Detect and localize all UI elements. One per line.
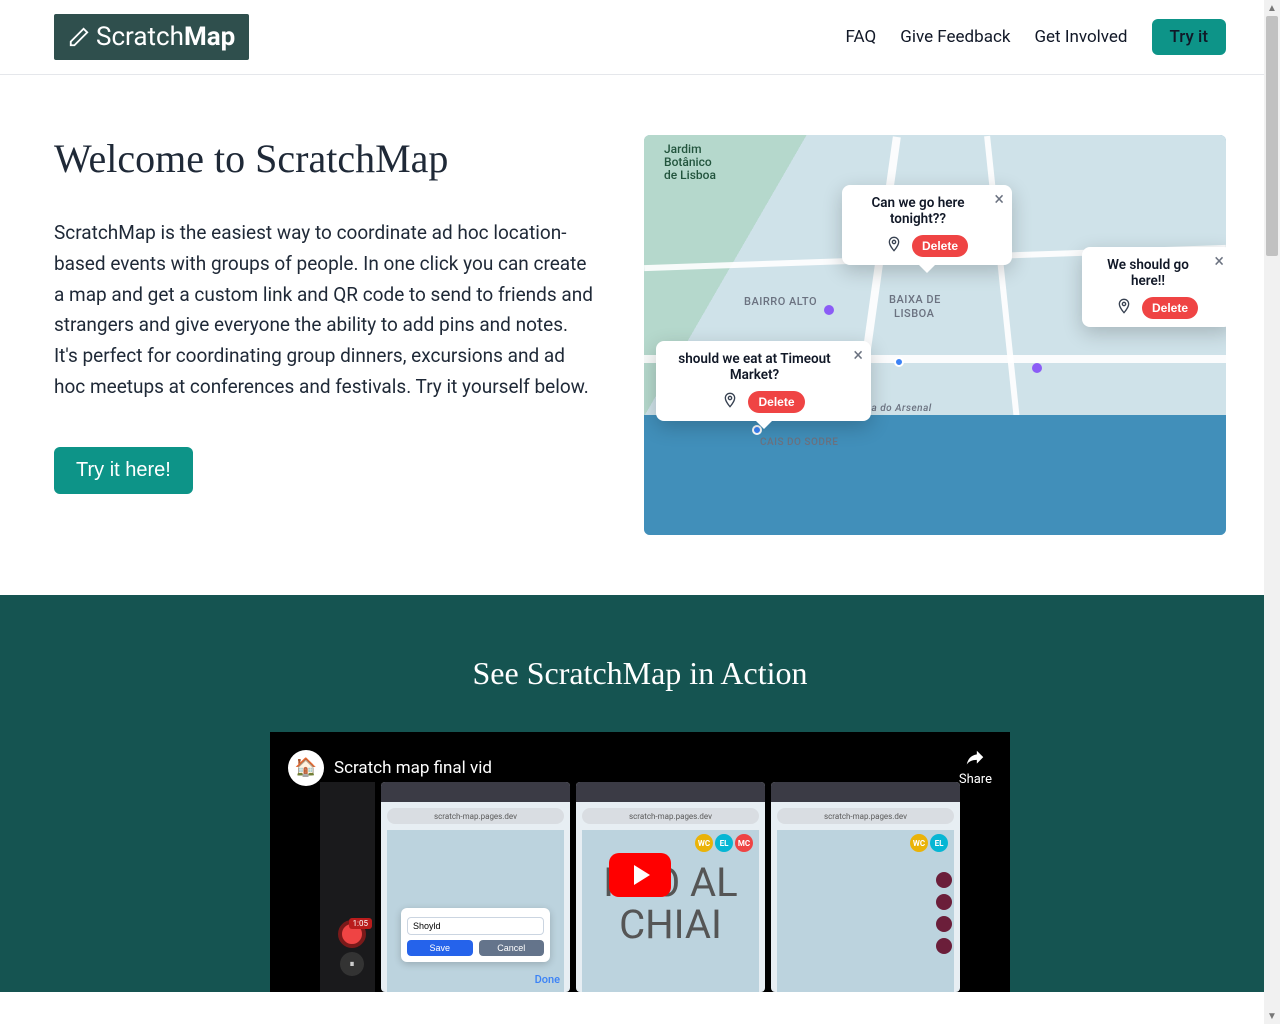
dialog-save-button[interactable]: Save bbox=[407, 940, 473, 956]
hero-description: ScratchMap is the easiest way to coordin… bbox=[54, 218, 594, 403]
record-icon: 1:05 bbox=[338, 920, 366, 948]
pin-icon bbox=[1116, 298, 1132, 318]
map-popup-3: × should we eat at Timeout Market? Delet… bbox=[656, 341, 871, 421]
address-bar: scratch-map.pages.dev bbox=[582, 808, 759, 824]
map-hood-bairro: BAIRRO ALTO bbox=[744, 295, 817, 308]
pin-icon bbox=[886, 236, 902, 256]
video-embed[interactable]: 1:05 ⏸ scratch-map.pages.dev Save Cancel… bbox=[270, 732, 1010, 992]
main-nav: FAQ Give Feedback Get Involved Try it bbox=[846, 19, 1226, 55]
map-park-label: Jardim Botânico de Lisboa bbox=[664, 143, 716, 183]
channel-avatar[interactable]: 🏠 bbox=[288, 750, 324, 786]
pencil-icon bbox=[68, 26, 90, 48]
scroll-down-icon[interactable]: ▼ bbox=[1264, 1008, 1280, 1024]
play-button[interactable] bbox=[609, 853, 671, 897]
thumb-phone-1: scratch-map.pages.dev Save Cancel Done bbox=[381, 782, 570, 992]
try-it-button[interactable]: Try it bbox=[1152, 19, 1226, 55]
keyboard-done[interactable]: Done bbox=[535, 973, 560, 986]
hero-section: Welcome to ScratchMap ScratchMap is the … bbox=[0, 75, 1280, 595]
pin-icon bbox=[722, 392, 738, 412]
record-controls: 1:05 ⏸ bbox=[338, 920, 366, 976]
video-overlay-top: 🏠 Scratch map final vid Share bbox=[270, 732, 1010, 803]
delete-button[interactable]: Delete bbox=[912, 235, 968, 257]
video-title[interactable]: Scratch map final vid bbox=[334, 758, 492, 778]
address-bar: scratch-map.pages.dev bbox=[387, 808, 564, 824]
hero-map-image: Jardim Botânico de Lisboa BAIRRO ALTO BA… bbox=[644, 135, 1226, 535]
try-it-here-button[interactable]: Try it here! bbox=[54, 447, 193, 494]
site-header: ScratchMap FAQ Give Feedback Get Involve… bbox=[0, 0, 1280, 75]
page-scrollbar[interactable]: ▲ ▼ bbox=[1264, 0, 1280, 1024]
logo[interactable]: ScratchMap bbox=[54, 14, 249, 60]
pause-icon: ⏸ bbox=[340, 952, 364, 976]
address-bar: scratch-map.pages.dev bbox=[777, 808, 954, 824]
popup-msg: should we eat at Timeout Market? bbox=[666, 351, 861, 383]
hero-title: Welcome to ScratchMap bbox=[54, 135, 594, 182]
close-icon[interactable]: × bbox=[994, 191, 1004, 209]
dialog-cancel-button[interactable]: Cancel bbox=[479, 940, 545, 956]
delete-button[interactable]: Delete bbox=[1142, 297, 1198, 319]
avatar-chips: WC EL bbox=[910, 834, 948, 852]
share-button[interactable]: Share bbox=[959, 748, 992, 787]
popup-msg: Can we go here tonight?? bbox=[852, 195, 1002, 227]
dialog-input[interactable] bbox=[407, 917, 544, 935]
record-time: 1:05 bbox=[349, 918, 372, 929]
close-icon[interactable]: × bbox=[1214, 253, 1224, 271]
side-actions bbox=[936, 872, 952, 954]
map-popup-1: × Can we go here tonight?? Delete bbox=[842, 185, 1012, 265]
logo-text-plain: Scratch bbox=[96, 22, 184, 52]
popup-msg: We should go here!! bbox=[1092, 257, 1222, 289]
avatar-chips: WC EL MC bbox=[695, 834, 753, 852]
action-section: See ScratchMap in Action 1:05 ⏸ scratch-… bbox=[0, 595, 1280, 992]
map-hood-cais: CAIS DO SODRE bbox=[760, 437, 838, 448]
delete-button[interactable]: Delete bbox=[748, 391, 804, 413]
scroll-thumb[interactable] bbox=[1266, 16, 1278, 256]
share-icon bbox=[962, 748, 988, 770]
nav-faq[interactable]: FAQ bbox=[846, 27, 877, 47]
map-hood-baixa1: BAIXA DE bbox=[889, 293, 941, 306]
action-title: See ScratchMap in Action bbox=[0, 655, 1280, 692]
map-popup-2: × We should go here!! Delete bbox=[1082, 247, 1226, 327]
thumb-sidebar: 1:05 ⏸ bbox=[320, 782, 375, 992]
nav-get-involved[interactable]: Get Involved bbox=[1034, 27, 1127, 47]
logo-text-bold: Map bbox=[184, 22, 235, 52]
map-hood-baixa2: LISBOA bbox=[894, 307, 934, 320]
hero-copy: Welcome to ScratchMap ScratchMap is the … bbox=[54, 135, 594, 494]
close-icon[interactable]: × bbox=[853, 347, 863, 365]
phone-input-dialog: Save Cancel bbox=[401, 908, 550, 962]
scroll-up-icon[interactable]: ▲ bbox=[1264, 0, 1280, 16]
thumb-phone-3: scratch-map.pages.dev WC EL bbox=[771, 782, 960, 992]
nav-feedback[interactable]: Give Feedback bbox=[900, 27, 1010, 47]
